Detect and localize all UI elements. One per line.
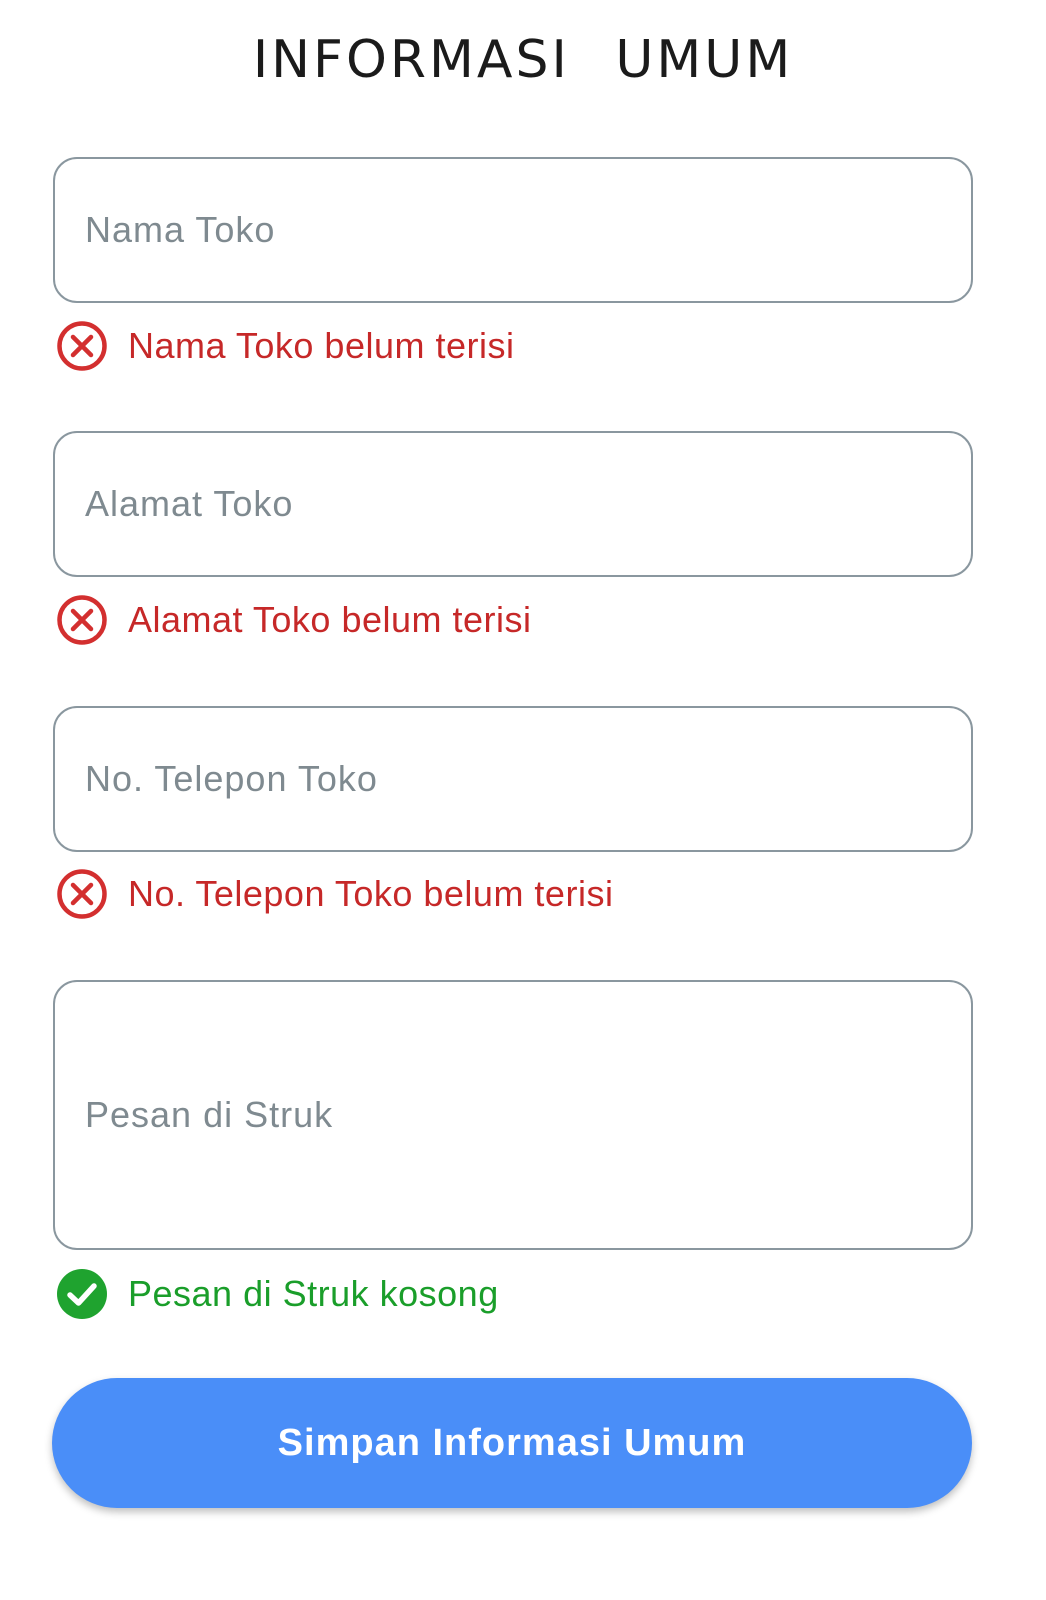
pesan-struk-ok-message: Pesan di Struk kosong (56, 1268, 499, 1320)
pesan-struk-input[interactable] (85, 1094, 941, 1136)
alamat-toko-error-message: Alamat Toko belum terisi (56, 594, 532, 646)
telepon-toko-error-message: No. Telepon Toko belum terisi (56, 868, 613, 920)
page-title: INFORMASI UMUM (252, 30, 794, 90)
telepon-toko-input[interactable] (85, 758, 941, 800)
nama-toko-field[interactable] (53, 157, 973, 303)
pesan-struk-field[interactable] (53, 980, 973, 1250)
telepon-toko-field[interactable] (53, 706, 973, 852)
alamat-toko-error-text: Alamat Toko belum terisi (128, 599, 532, 640)
error-circle-x-icon (57, 595, 107, 645)
error-circle-x-icon (57, 321, 107, 371)
telepon-toko-error-text: No. Telepon Toko belum terisi (128, 873, 614, 914)
pesan-struk-ok-text: Pesan di Struk kosong (128, 1273, 499, 1314)
error-circle-x-icon (57, 869, 107, 919)
check-circle-icon (57, 1269, 107, 1319)
nama-toko-error-text: Nama Toko belum terisi (128, 325, 515, 366)
alamat-toko-field[interactable] (53, 431, 973, 577)
nama-toko-input[interactable] (85, 209, 941, 251)
nama-toko-error-message: Nama Toko belum terisi (56, 320, 515, 372)
simpan-informasi-umum-button[interactable]: Simpan Informasi Umum (52, 1378, 972, 1508)
alamat-toko-input[interactable] (85, 483, 941, 525)
